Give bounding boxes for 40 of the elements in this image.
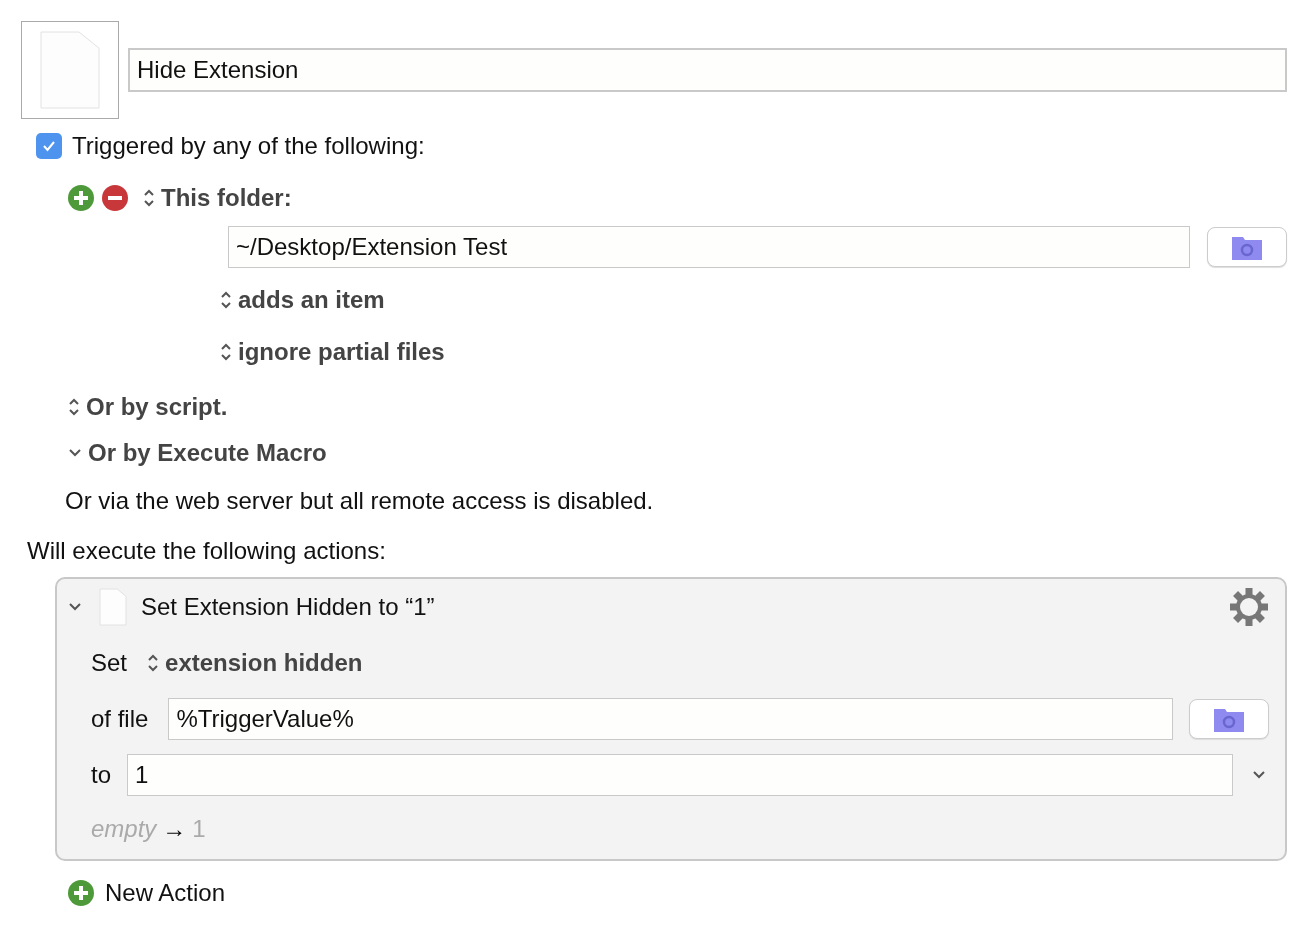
attribute-popup[interactable]: extension hidden	[147, 649, 363, 677]
field-label: Set	[91, 649, 128, 677]
value-field[interactable]: 1	[127, 754, 1233, 796]
up-down-chevron-icon	[143, 187, 155, 209]
web-server-note: Or via the web server but all remote access is disabled.	[65, 487, 655, 515]
file-field[interactable]: %TriggerValue%	[168, 698, 1173, 740]
document-icon	[99, 588, 127, 626]
document-icon	[40, 31, 100, 109]
preview-new-value: 1	[192, 815, 206, 843]
trigger-checkbox[interactable]	[36, 133, 62, 159]
chevron-down-icon	[68, 602, 82, 612]
checkmark-icon	[42, 140, 56, 152]
add-icon[interactable]	[67, 184, 95, 212]
folder-picker-button[interactable]	[1207, 227, 1287, 267]
trigger-popup[interactable]: Or by script.	[68, 393, 228, 421]
folder-picker-button[interactable]	[1189, 699, 1269, 739]
option-popup[interactable]: adds an item	[220, 286, 385, 314]
remove-icon[interactable]	[101, 184, 129, 212]
up-down-chevron-icon	[147, 652, 160, 674]
macro-icon-well[interactable]	[21, 21, 119, 119]
settings-icon[interactable]	[1229, 587, 1269, 627]
field-label: of file	[91, 705, 149, 733]
actions-heading: Will execute the following actions:	[27, 537, 387, 565]
folder-path-field[interactable]: ~/Desktop/Extension Test	[228, 226, 1190, 268]
up-down-chevron-icon	[220, 289, 232, 311]
option-popup[interactable]: ignore partial files	[220, 338, 445, 366]
preview-old-value: empty	[91, 815, 157, 843]
up-down-chevron-icon	[220, 341, 232, 363]
field-label: to	[91, 761, 111, 789]
chevron-down-icon	[1252, 770, 1266, 780]
trigger-label: Triggered by any of the following:	[72, 132, 425, 160]
action-title: Set Extension Hidden to “1”	[141, 593, 436, 621]
macro-name-field[interactable]: Hide Extension	[128, 48, 1287, 92]
add-icon[interactable]	[67, 879, 95, 907]
chevron-down-icon	[68, 448, 82, 458]
disclosure-button[interactable]: Or by Execute Macro	[68, 439, 327, 467]
preview-arrow: →	[162, 815, 187, 843]
new-action-link[interactable]: New Action	[105, 879, 226, 907]
up-down-chevron-icon	[68, 396, 80, 418]
trigger-type-popup[interactable]: This folder:	[143, 184, 292, 212]
